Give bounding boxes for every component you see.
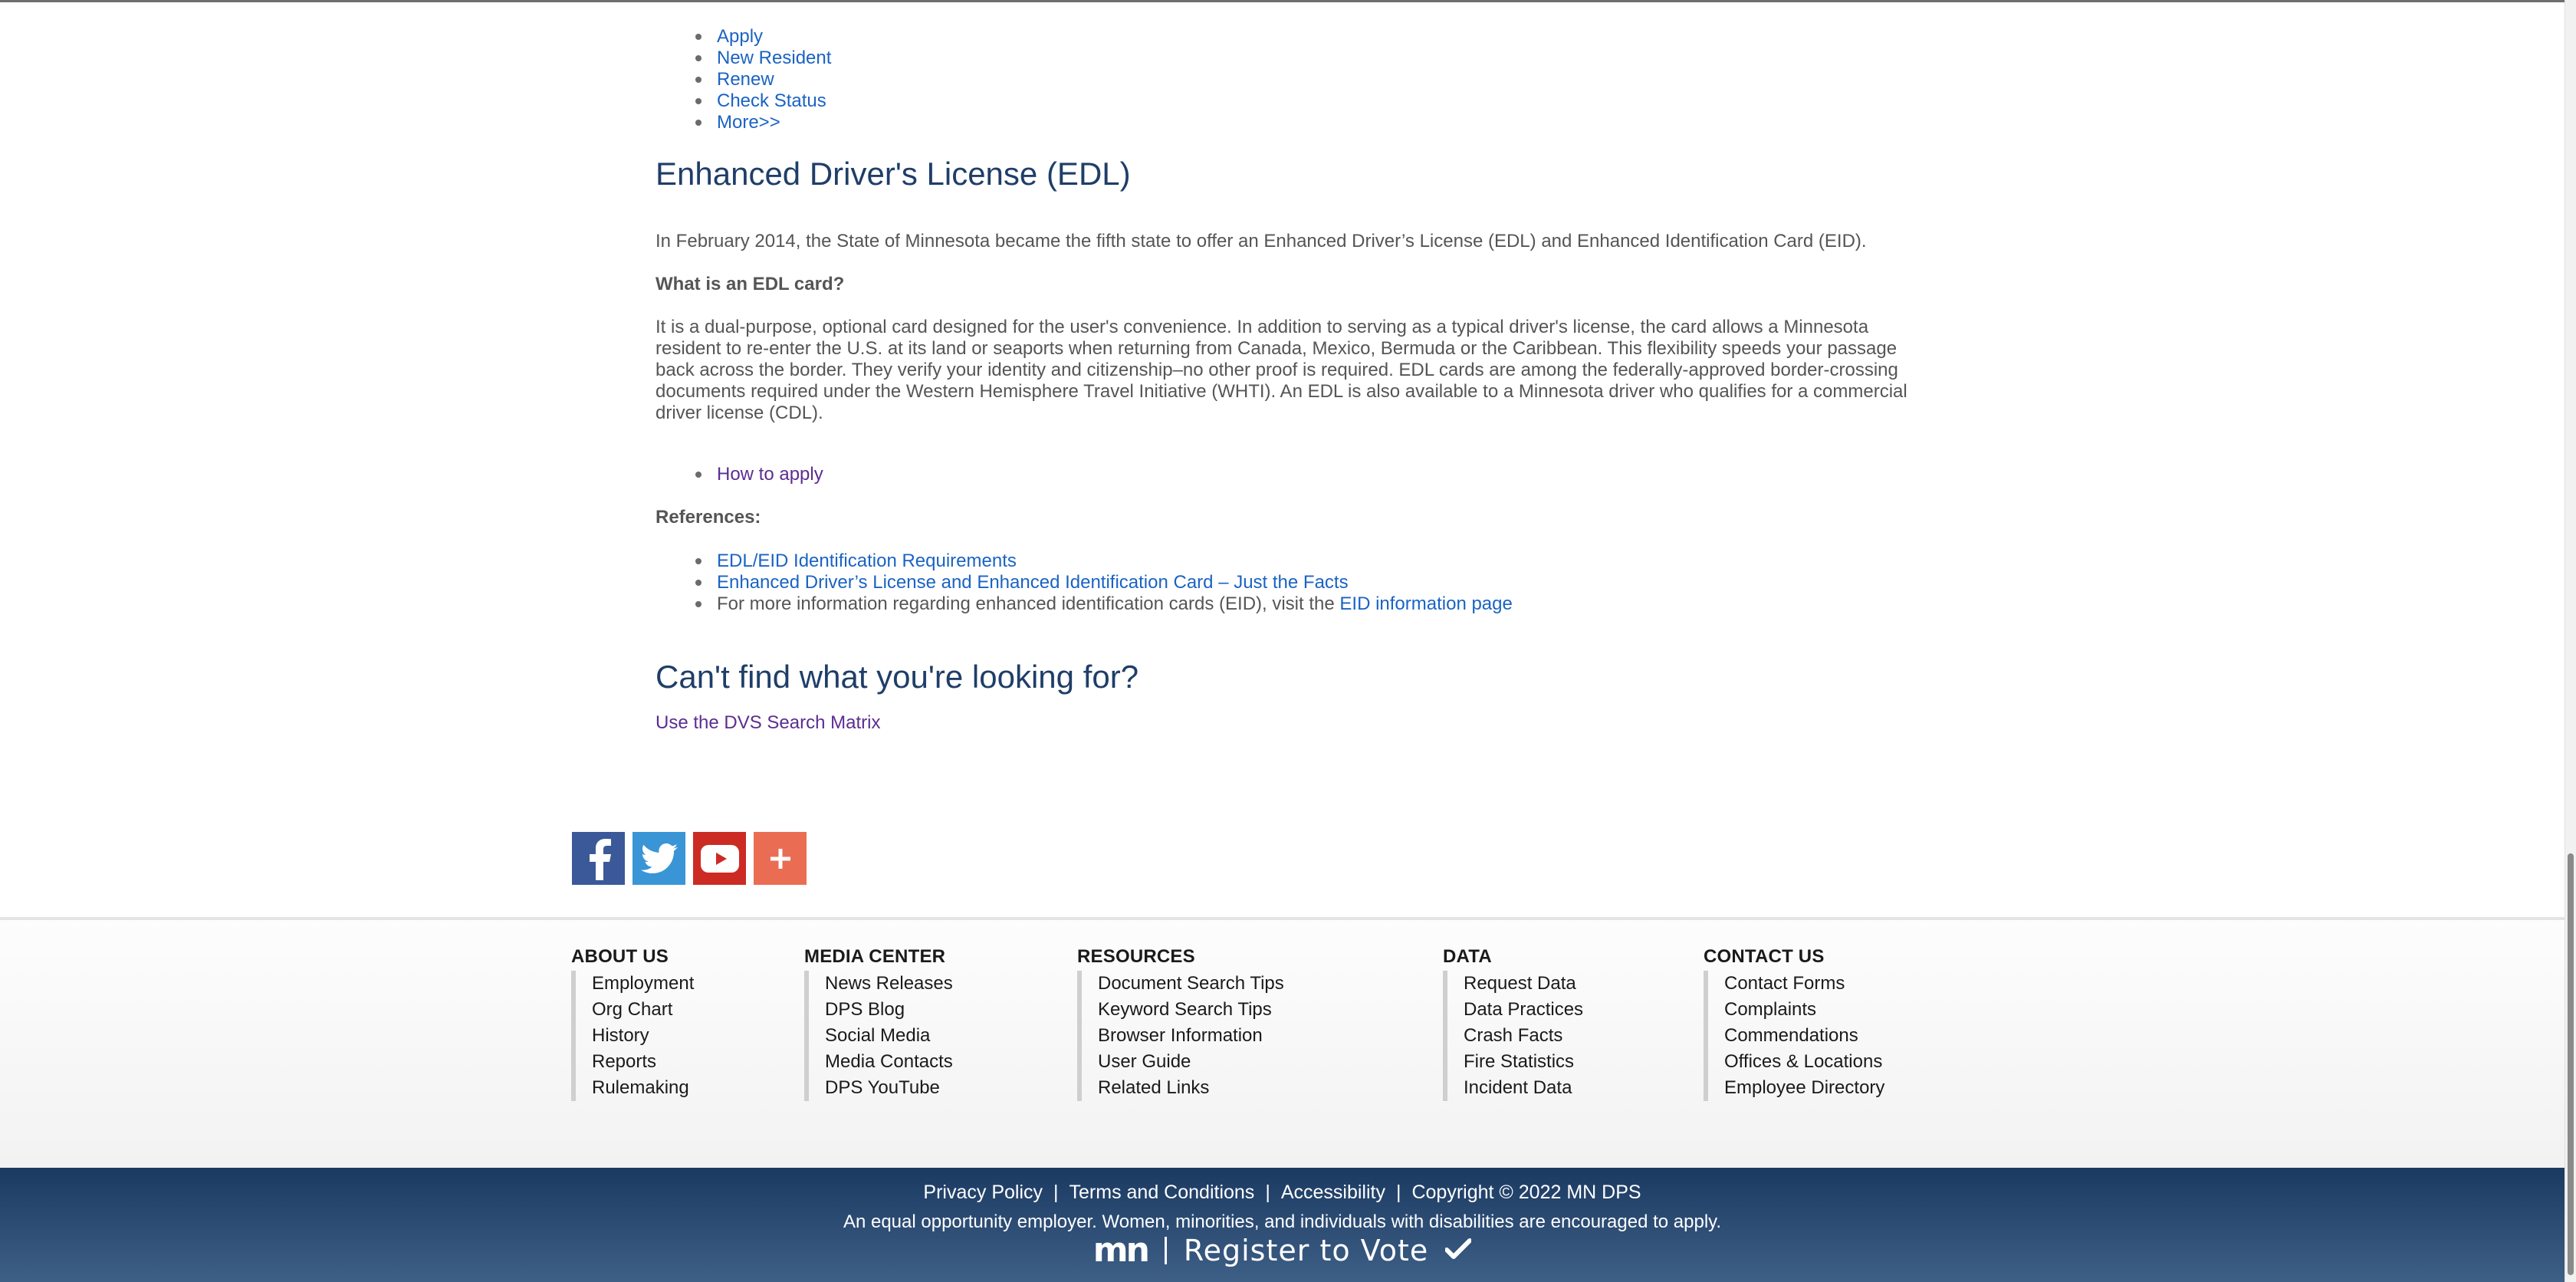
checkmark-icon bbox=[1444, 1238, 1473, 1264]
footer-link-reports[interactable]: Reports bbox=[586, 1049, 694, 1075]
twitter-icon[interactable] bbox=[632, 832, 685, 885]
edl-description: It is a dual-purpose, optional card desi… bbox=[656, 317, 1907, 423]
mn-logo: mn bbox=[1092, 1231, 1150, 1270]
check-status-link[interactable]: Check Status bbox=[717, 90, 826, 111]
accessibility-link[interactable]: Accessibility bbox=[1281, 1182, 1385, 1203]
edl-intro: In February 2014, the State of Minnesota… bbox=[656, 231, 1867, 251]
footer-link-news-releases[interactable]: News Releases bbox=[819, 971, 953, 997]
privacy-policy-link[interactable]: Privacy Policy bbox=[923, 1182, 1043, 1203]
list-item: How to apply bbox=[656, 464, 823, 485]
clipped-text-line bbox=[0, 0, 2564, 2]
youtube-icon[interactable] bbox=[693, 832, 746, 885]
footer-link-dps-blog[interactable]: DPS Blog bbox=[819, 997, 953, 1023]
terms-link[interactable]: Terms and Conditions bbox=[1070, 1182, 1255, 1203]
bottom-bar: Privacy Policy | Terms and Conditions | Acce… bbox=[0, 1168, 2564, 1282]
plus-share-icon[interactable] bbox=[754, 832, 807, 885]
footer-link-data-practices[interactable]: Data Practices bbox=[1457, 997, 1583, 1023]
eid-info-text: For more information regarding enhanced … bbox=[717, 593, 1335, 614]
dl-links-list: Apply New Resident Renew Check Status Mo… bbox=[656, 26, 831, 133]
edl-eid-requirements-link[interactable]: EDL/EID Identification Requirements bbox=[717, 551, 1017, 571]
dvs-search-matrix-link[interactable]: Use the DVS Search Matrix bbox=[656, 712, 880, 734]
eid-information-page-link[interactable]: EID information page bbox=[1339, 593, 1512, 614]
facebook-icon[interactable] bbox=[572, 832, 625, 885]
more-link[interactable]: More>> bbox=[717, 112, 780, 133]
list-item: Enhanced Driver’s License and Enhanced I… bbox=[656, 572, 1913, 593]
footer-col-title: RESOURCES bbox=[1077, 946, 1195, 967]
list-item: Check Status bbox=[656, 90, 831, 112]
footer-col-title: MEDIA CENTER bbox=[804, 946, 946, 967]
footer-col-about: ABOUT US Employment Org Chart History Re… bbox=[571, 946, 694, 1101]
footer-col-contact: CONTACT US Contact Forms Complaints Comm… bbox=[1704, 946, 1884, 1101]
edl-heading: Enhanced Driver's License (EDL) bbox=[656, 156, 1131, 192]
just-the-facts-link[interactable]: Enhanced Driver’s License and Enhanced I… bbox=[717, 572, 1349, 593]
footer-link-history[interactable]: History bbox=[586, 1023, 694, 1049]
footer-link-rulemaking[interactable]: Rulemaking bbox=[586, 1075, 694, 1101]
footer-link-employment[interactable]: Employment bbox=[586, 971, 694, 997]
footer-link-related-links[interactable]: Related Links bbox=[1092, 1075, 1284, 1101]
scrollbar[interactable] bbox=[2564, 0, 2576, 1282]
footer-link-user-guide[interactable]: User Guide bbox=[1092, 1049, 1284, 1075]
footer-link-browser-information[interactable]: Browser Information bbox=[1092, 1023, 1284, 1049]
separator: | bbox=[1053, 1182, 1059, 1203]
list-item: EDL/EID Identification Requirements bbox=[656, 551, 1913, 572]
equal-opportunity-text: An equal opportunity employer. Women, mi… bbox=[843, 1211, 1722, 1232]
divider bbox=[1164, 1237, 1167, 1264]
footer-link-offices-locations[interactable]: Offices & Locations bbox=[1718, 1049, 1884, 1075]
cant-find-heading: Can't find what you're looking for? bbox=[656, 659, 1139, 695]
apply-link[interactable]: Apply bbox=[717, 26, 763, 47]
list-item: New Resident bbox=[656, 48, 831, 69]
list-item: Apply bbox=[656, 26, 831, 48]
footer-col-title: DATA bbox=[1443, 946, 1492, 967]
legal-links: Privacy Policy | Terms and Conditions | Acce… bbox=[0, 1181, 2564, 1204]
separator: | bbox=[1395, 1182, 1401, 1203]
footer-link-social-media[interactable]: Social Media bbox=[819, 1023, 953, 1049]
new-resident-link[interactable]: New Resident bbox=[717, 48, 831, 68]
footer-link-complaints[interactable]: Complaints bbox=[1718, 997, 1884, 1023]
footer-link-keyword-search-tips[interactable]: Keyword Search Tips bbox=[1092, 997, 1284, 1023]
footer-link-incident-data[interactable]: Incident Data bbox=[1457, 1075, 1583, 1101]
footer-link-contact-forms[interactable]: Contact Forms bbox=[1718, 971, 1884, 997]
footer-link-media-contacts[interactable]: Media Contacts bbox=[819, 1049, 953, 1075]
footer-col-title: CONTACT US bbox=[1704, 946, 1825, 967]
footer-link-commendations[interactable]: Commendations bbox=[1718, 1023, 1884, 1049]
edl-question: What is an EDL card? bbox=[656, 274, 845, 294]
register-to-vote-link[interactable]: Register to Vote bbox=[1184, 1234, 1428, 1267]
list-item: For more information regarding enhanced … bbox=[656, 593, 1913, 615]
list-item: More>> bbox=[656, 112, 831, 133]
renew-link[interactable]: Renew bbox=[717, 69, 774, 90]
social-share-bar bbox=[572, 832, 807, 885]
footer-link-crash-facts[interactable]: Crash Facts bbox=[1457, 1023, 1583, 1049]
how-to-apply-link[interactable]: How to apply bbox=[717, 464, 823, 485]
footer-link-fire-statistics[interactable]: Fire Statistics bbox=[1457, 1049, 1583, 1075]
references-list: EDL/EID Identification Requirements Enha… bbox=[656, 551, 1913, 615]
register-to-vote-banner[interactable]: mn Register to Vote bbox=[0, 1234, 2564, 1267]
how-to-apply-list: How to apply bbox=[656, 464, 823, 485]
footer-col-title: ABOUT US bbox=[571, 946, 669, 967]
footer-nav: ABOUT US Employment Org Chart History Re… bbox=[0, 917, 2564, 1171]
footer-link-dps-youtube[interactable]: DPS YouTube bbox=[819, 1075, 953, 1101]
footer-link-request-data[interactable]: Request Data bbox=[1457, 971, 1583, 997]
references-label: References: bbox=[656, 507, 761, 528]
footer-col-resources: RESOURCES Document Search Tips Keyword S… bbox=[1077, 946, 1284, 1101]
footer-col-media: MEDIA CENTER News Releases DPS Blog Soci… bbox=[804, 946, 953, 1101]
copyright-text: Copyright © 2022 MN DPS bbox=[1411, 1182, 1641, 1203]
footer-col-data: DATA Request Data Data Practices Crash F… bbox=[1443, 946, 1583, 1101]
footer-link-org-chart[interactable]: Org Chart bbox=[586, 997, 694, 1023]
footer-link-document-search-tips[interactable]: Document Search Tips bbox=[1092, 971, 1284, 997]
list-item: Renew bbox=[656, 69, 831, 90]
scrollbar-thumb[interactable] bbox=[2568, 853, 2574, 1275]
separator: | bbox=[1265, 1182, 1270, 1203]
footer-link-employee-directory[interactable]: Employee Directory bbox=[1718, 1075, 1884, 1101]
